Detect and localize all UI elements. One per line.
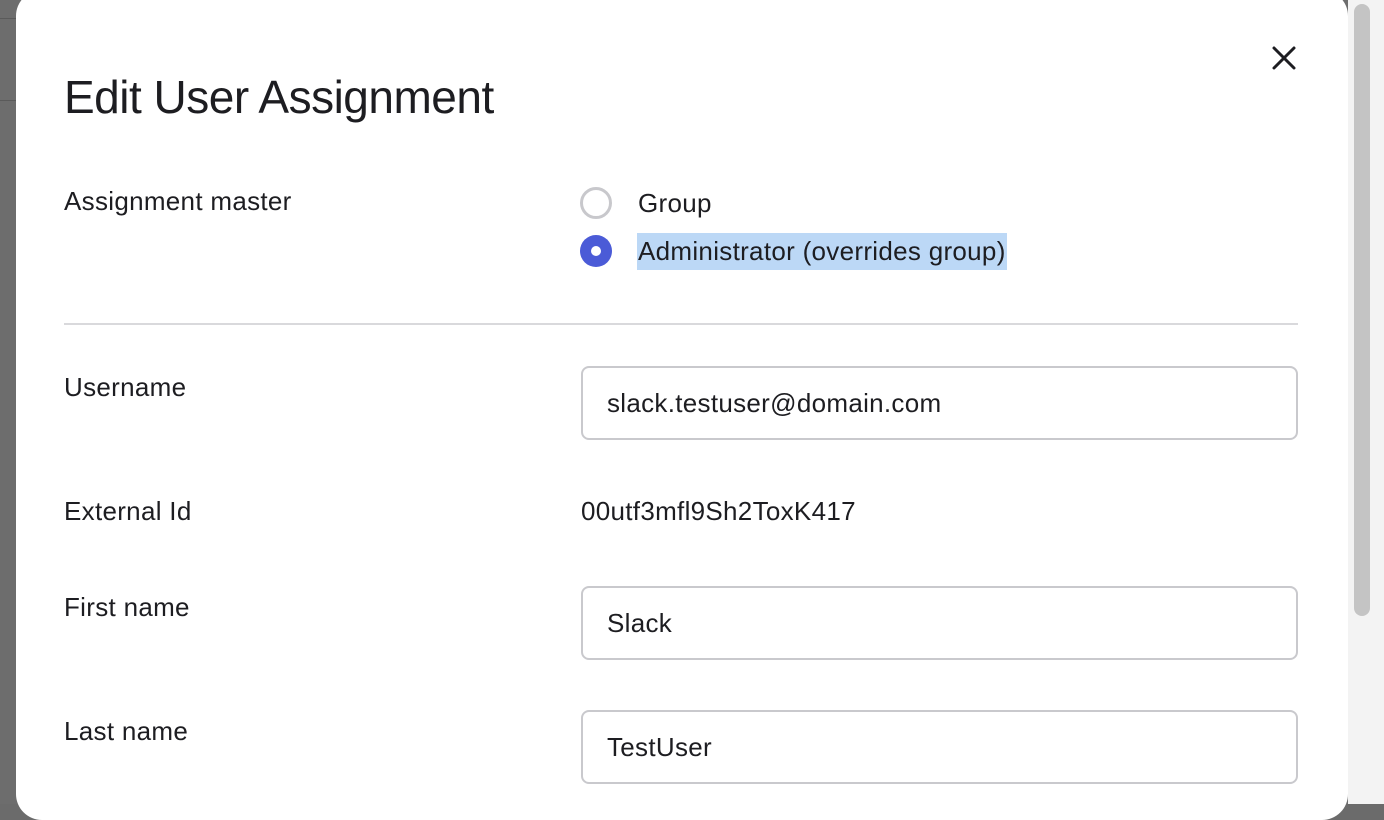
close-button[interactable] <box>1264 38 1304 78</box>
radio-selected[interactable] <box>580 235 612 267</box>
scrollbar-thumb[interactable] <box>1354 4 1370 616</box>
username-input[interactable] <box>581 366 1298 440</box>
radio-option-group[interactable]: Group <box>580 185 713 221</box>
assignment-master-label: Assignment master <box>64 186 292 216</box>
last-name-input[interactable] <box>581 710 1298 784</box>
last-name-label: Last name <box>64 716 189 746</box>
close-icon <box>1272 46 1296 70</box>
radio-unselected[interactable] <box>580 187 612 219</box>
username-label: Username <box>64 372 187 402</box>
radio-option-administrator[interactable]: Administrator (overrides group) <box>580 232 1007 270</box>
radio-label-administrator: Administrator (overrides group) <box>637 232 1007 270</box>
dialog-title: Edit User Assignment <box>64 71 494 123</box>
first-name-input[interactable] <box>581 586 1298 660</box>
external-id-value: 00utf3mfl9Sh2ToxK417 <box>581 496 856 526</box>
first-name-label: First name <box>64 592 190 622</box>
external-id-label: External Id <box>64 496 192 526</box>
section-divider <box>64 323 1298 325</box>
radio-label-group: Group <box>638 187 712 218</box>
